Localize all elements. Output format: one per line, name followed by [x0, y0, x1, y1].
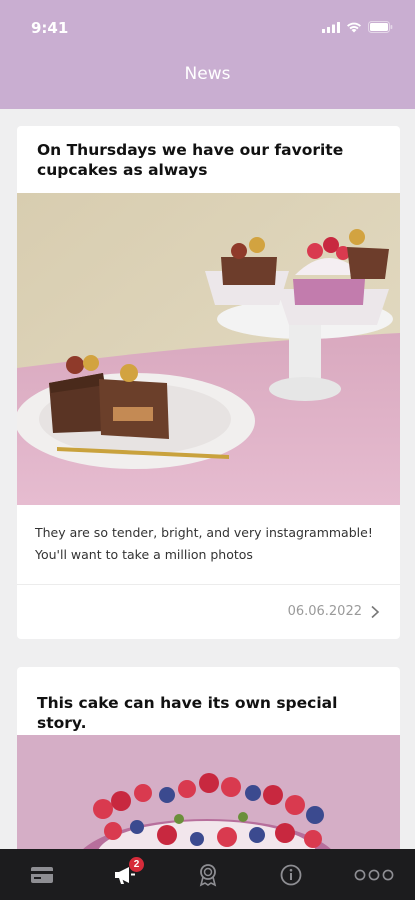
app-header: News	[0, 54, 415, 109]
status-icons	[322, 21, 393, 33]
tab-card[interactable]	[0, 849, 83, 900]
news-card-image	[17, 735, 400, 849]
status-bar: 9:41	[0, 0, 415, 54]
wifi-icon	[347, 22, 361, 32]
signal-icon	[322, 21, 340, 33]
news-card-image	[17, 193, 400, 505]
tab-more[interactable]	[332, 849, 415, 900]
news-card[interactable]: This cake can have its own special story…	[17, 667, 400, 849]
card-icon	[30, 866, 53, 883]
tab-rewards[interactable]	[166, 849, 249, 900]
news-card-title: On Thursdays we have our favorite cupcak…	[37, 141, 344, 179]
news-card-title: This cake can have its own special story…	[37, 694, 338, 732]
battery-icon	[368, 21, 393, 33]
news-card-date: 06.06.2022	[287, 604, 362, 619]
info-icon	[280, 864, 301, 885]
award-icon	[199, 863, 216, 886]
tab-info[interactable]	[249, 849, 332, 900]
chevron-right-icon[interactable]	[368, 605, 382, 619]
more-icon	[354, 869, 393, 880]
tab-bar: 2	[0, 849, 415, 900]
news-card[interactable]: On Thursdays we have our favorite cupcak…	[17, 126, 400, 639]
news-feed[interactable]: On Thursdays we have our favorite cupcak…	[0, 109, 415, 849]
notification-badge: 2	[129, 857, 144, 872]
tab-news[interactable]: 2	[83, 849, 166, 900]
status-time: 9:41	[31, 19, 69, 37]
news-card-footer[interactable]: 06.06.2022	[17, 585, 400, 639]
page-title: News	[184, 64, 231, 84]
news-card-text: They are so tender, bright, and very ins…	[35, 525, 373, 562]
